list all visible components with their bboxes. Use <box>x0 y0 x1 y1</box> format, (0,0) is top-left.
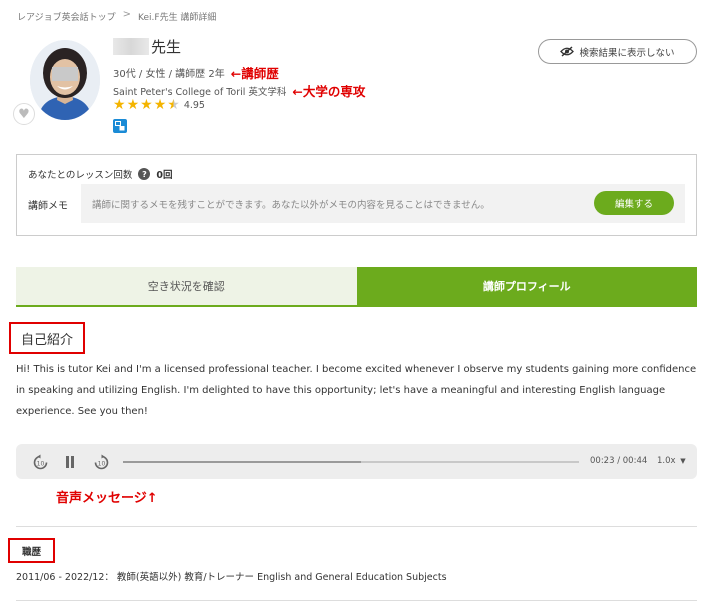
rewind-10-icon[interactable]: 10 <box>31 453 49 471</box>
edit-memo-button[interactable]: 編集する <box>594 191 674 215</box>
section-divider <box>16 526 697 527</box>
name-blurred-area <box>113 38 149 55</box>
favorite-heart-button[interactable]: ♥ <box>13 103 35 125</box>
experience-annotation: ←講師歴 <box>230 66 279 81</box>
audio-time: 00:23 / 00:44 <box>590 456 648 466</box>
memo-field[interactable]: 講師に関するメモを残すことができます。あなた以外がメモの内容を見ることはできませ… <box>81 184 685 223</box>
half-star-icon: ★ <box>167 97 180 113</box>
audio-player: 10 10 00:23 / 00:44 1.0x ▼ <box>16 444 697 479</box>
star-icon: ★ <box>113 97 126 113</box>
caret-down-icon: ▼ <box>680 457 686 465</box>
breadcrumb-current: Kei.F先生 講師詳細 <box>138 13 217 23</box>
teacher-name-suffix: 先生 <box>151 38 182 56</box>
svg-text:10: 10 <box>97 460 105 467</box>
audio-progress-bar[interactable] <box>123 461 579 463</box>
playback-speed-value: 1.0x <box>657 456 676 466</box>
playback-speed-select[interactable]: 1.0x ▼ <box>657 456 686 466</box>
major-annotation: ←大学の専攻 <box>292 84 366 99</box>
teacher-photo <box>30 40 100 120</box>
star-icon: ★ <box>140 97 153 113</box>
teacher-college-text: Saint Peter's College of Toril 英文学科 <box>113 86 287 98</box>
memo-label: 講師メモ <box>28 201 68 212</box>
breadcrumb-separator: > <box>122 9 132 20</box>
audio-progress-fill <box>123 461 362 463</box>
rating-value: 4.95 <box>183 99 205 111</box>
section-divider <box>16 600 697 601</box>
help-icon[interactable]: ? <box>138 168 151 180</box>
career-entry: 2011/06 - 2022/12： 教師(英語以外) 教育/トレーナー Eng… <box>16 572 447 583</box>
voice-message-annotation: 音声メッセージ↑ <box>56 491 158 506</box>
teacher-avatar <box>30 40 100 120</box>
heart-icon: ♥ <box>18 106 30 122</box>
lesson-count-value: 0回 <box>156 170 173 181</box>
svg-text:10: 10 <box>36 460 44 467</box>
lesson-info-box: あなたとのレッスン回数 ? 0回 講師メモ 講師に関するメモを残すことができます… <box>16 154 697 236</box>
tab-teacher-profile[interactable]: 講師プロフィール <box>356 267 697 305</box>
breadcrumb: レアジョブ英会話トップ > Kei.F先生 講師詳細 <box>17 9 217 24</box>
teacher-meta: 30代 / 女性 / 講師歴 2年 ←講師歴 <box>113 63 279 82</box>
teacher-type-badge-icon[interactable] <box>113 119 127 133</box>
lesson-count-row: あなたとのレッスン回数 ? 0回 <box>28 167 173 181</box>
eye-slash-icon <box>560 46 575 57</box>
hide-from-search-label: 検索結果に表示しない <box>579 47 675 59</box>
teacher-rating: ★ ★ ★ ★ ★ 4.95 <box>113 98 205 112</box>
intro-text: Hi! This is tutor Kei and I'm a licensed… <box>16 364 697 417</box>
star-icon: ★ <box>126 97 140 113</box>
pause-icon[interactable] <box>61 453 79 471</box>
lesson-count-label: あなたとのレッスン回数 <box>28 170 133 181</box>
memo-placeholder: 講師に関するメモを残すことができます。あなた以外がメモの内容を見ることはできませ… <box>92 200 490 211</box>
teacher-meta-text: 30代 / 女性 / 講師歴 2年 <box>113 69 225 80</box>
hide-from-search-button[interactable]: 検索結果に表示しない <box>538 39 697 64</box>
star-icon: ★ <box>153 97 167 113</box>
forward-10-icon[interactable]: 10 <box>92 453 110 471</box>
teacher-name: 先生 <box>113 36 181 57</box>
tab-availability[interactable]: 空き状況を確認 <box>16 267 357 305</box>
intro-title: 自己紹介 <box>9 322 85 354</box>
breadcrumb-home-link[interactable]: レアジョブ英会話トップ <box>17 10 116 23</box>
profile-tabs: 空き状況を確認 講師プロフィール <box>16 267 697 307</box>
career-title: 職歴 <box>8 538 55 563</box>
